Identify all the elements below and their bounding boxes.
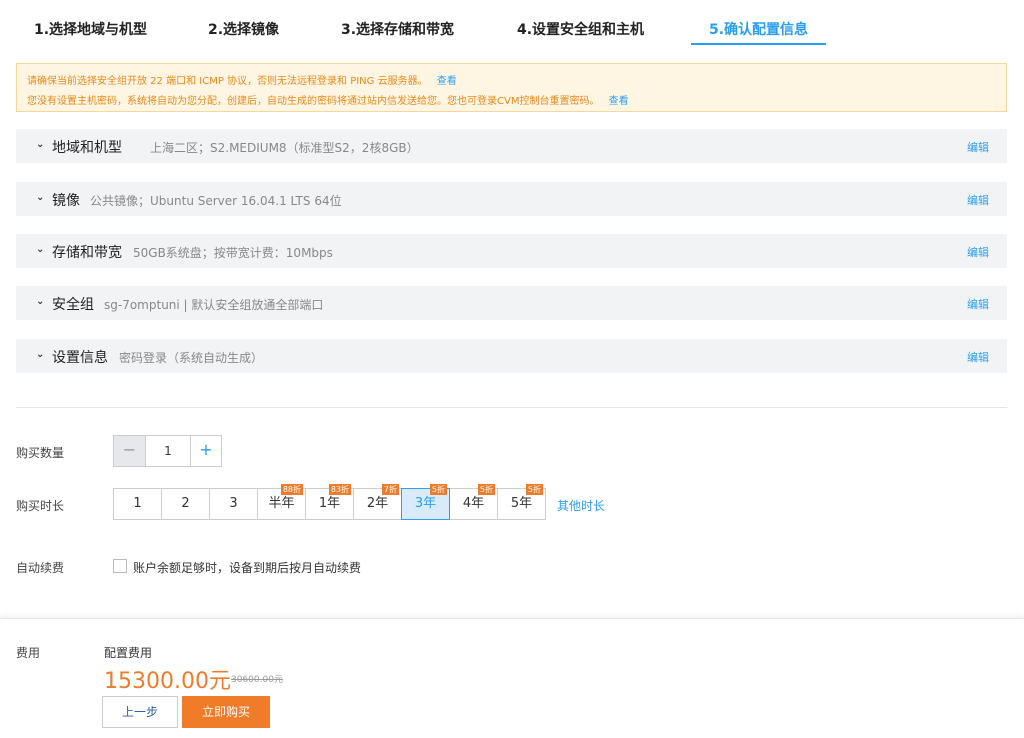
step-4[interactable]: 4.设置安全组和主机: [517, 19, 644, 39]
previous-step-button[interactable]: 上一步: [102, 696, 178, 728]
duration-option-label: 1: [133, 496, 142, 511]
duration-option-label: 半年: [268, 496, 295, 511]
duration-option-label: 2年: [366, 496, 389, 511]
minus-button[interactable]: −: [114, 436, 146, 466]
summary-title: 设置信息: [52, 350, 108, 366]
duration-option-label: 5年: [510, 496, 533, 511]
duration-option[interactable]: 3: [209, 488, 258, 520]
summary-security-group[interactable]: ⌄ 安全组 sg-7omptuni | 默认安全组放通全部端口 编辑: [16, 286, 1007, 320]
active-step-underline: [691, 43, 826, 45]
quantity-label: 购买数量: [16, 446, 65, 460]
step-bar: 1.选择地域与机型 2.选择镜像 3.选择存储和带宽 4.设置安全组和主机 5.…: [16, 0, 1008, 46]
duration-option-label: 4年: [462, 496, 485, 511]
step-2[interactable]: 2.选择镜像: [208, 19, 279, 39]
summary-title: 安全组: [52, 297, 94, 313]
other-duration-link[interactable]: 其他时长: [557, 497, 605, 514]
auto-renew-checkbox-label[interactable]: 账户余额足够时，设备到期后按月自动续费: [133, 559, 361, 576]
chevron-down-icon: ⌄: [36, 296, 45, 307]
duration-option[interactable]: 5年 5折: [497, 484, 546, 520]
summary-desc: 公共镜像；Ubuntu Server 16.04.1 LTS 64位: [90, 194, 342, 208]
edit-image-button[interactable]: 编辑: [967, 192, 989, 208]
notice-banner: 请确保当前选择安全组开放 22 端口和 ICMP 协议，否则无法远程登录和 PI…: [16, 63, 1007, 112]
summary-desc: 50GB系统盘；按带宽计费：10Mbps: [133, 246, 333, 260]
section-divider: [16, 407, 1007, 408]
summary-title: 地域和机型: [52, 140, 122, 156]
duration-option[interactable]: 半年 88折: [257, 484, 306, 520]
config-fee-label: 配置费用: [104, 646, 153, 660]
summary-region-instance[interactable]: ⌄ 地域和机型 上海二区；S2.MEDIUM8（标准型S2，2核8GB） 编辑: [16, 129, 1007, 163]
duration-options: 1 2 3 半年 88折 1年 83折 2年 7折 3年 5折 4年 5折 5年 5折: [113, 484, 546, 520]
notice-text-1: 请确保当前选择安全组开放 22 端口和 ICMP 协议，否则无法远程登录和 PI…: [27, 76, 428, 87]
current-price: 15300.00元: [104, 669, 231, 694]
discount-badge: 83折: [328, 484, 351, 495]
duration-option[interactable]: 2年 7折: [353, 484, 402, 520]
discount-badge: 7折: [381, 484, 399, 495]
chevron-down-icon: ⌄: [36, 139, 45, 150]
summary-desc: 密码登录（系统自动生成）: [119, 351, 264, 365]
summary-storage[interactable]: ⌄ 存储和带宽 50GB系统盘；按带宽计费：10Mbps 编辑: [16, 234, 1007, 268]
duration-option[interactable]: 2: [161, 488, 210, 520]
duration-option-label: 3: [229, 496, 238, 511]
quantity-stepper: − 1 +: [113, 435, 222, 467]
discount-badge: 5折: [525, 484, 543, 495]
notice-text-2: 您没有设置主机密码，系统将自动为您分配，创建后，自动生成的密码将通过站内信发送给…: [27, 96, 600, 107]
checkout-bar: 费用 配置费用 15300.00元 30600.00元 上一步 立即购买: [0, 618, 1024, 738]
notice-line-2: 您没有设置主机密码，系统将自动为您分配，创建后，自动生成的密码将通过站内信发送给…: [27, 92, 629, 107]
auto-renew-checkbox[interactable]: [113, 559, 127, 573]
duration-option[interactable]: 4年 5折: [449, 484, 498, 520]
discount-badge: 5折: [477, 484, 495, 495]
duration-option[interactable]: 1年 83折: [305, 484, 354, 520]
notice-line-1: 请确保当前选择安全组开放 22 端口和 ICMP 协议，否则无法远程登录和 PI…: [27, 72, 457, 87]
discount-badge: 88折: [280, 484, 303, 495]
edit-security-group-button[interactable]: 编辑: [967, 296, 989, 312]
step-5-active[interactable]: 5.确认配置信息: [709, 19, 808, 39]
page: 1.选择地域与机型 2.选择镜像 3.选择存储和带宽 4.设置安全组和主机 5.…: [0, 0, 1024, 738]
auto-renew-label: 自动续费: [16, 561, 65, 575]
edit-storage-button[interactable]: 编辑: [967, 244, 989, 260]
step-3[interactable]: 3.选择存储和带宽: [341, 19, 454, 39]
duration-option-selected[interactable]: 3年 5折: [401, 484, 450, 520]
edit-region-button[interactable]: 编辑: [967, 139, 989, 155]
summary-desc: sg-7omptuni | 默认安全组放通全部端口: [104, 298, 324, 312]
original-price: 30600.00元: [231, 675, 283, 685]
summary-settings[interactable]: ⌄ 设置信息 密码登录（系统自动生成） 编辑: [16, 339, 1007, 373]
discount-badge: 5折: [429, 484, 447, 495]
chevron-down-icon: ⌄: [36, 192, 45, 203]
summary-desc: 上海二区；S2.MEDIUM8（标准型S2，2核8GB）: [150, 141, 419, 155]
chevron-down-icon: ⌄: [36, 349, 45, 360]
duration-option-label: 2: [181, 496, 190, 511]
duration-option[interactable]: 1: [113, 488, 162, 520]
duration-option-label: 3年: [414, 496, 437, 511]
notice-view-link-2[interactable]: 查看: [609, 96, 629, 107]
duration-label: 购买时长: [16, 499, 65, 513]
buy-now-button[interactable]: 立即购买: [182, 696, 270, 728]
step-1[interactable]: 1.选择地域与机型: [34, 19, 147, 39]
quantity-input[interactable]: 1: [146, 436, 190, 466]
summary-image[interactable]: ⌄ 镜像 公共镜像；Ubuntu Server 16.04.1 LTS 64位 …: [16, 182, 1007, 216]
chevron-down-icon: ⌄: [36, 244, 45, 255]
fee-label: 费用: [16, 646, 41, 660]
plus-button[interactable]: +: [190, 436, 221, 466]
notice-view-link-1[interactable]: 查看: [437, 76, 457, 87]
duration-option-label: 1年: [318, 496, 341, 511]
edit-settings-button[interactable]: 编辑: [967, 349, 989, 365]
summary-title: 镜像: [52, 193, 80, 209]
summary-title: 存储和带宽: [52, 245, 122, 261]
